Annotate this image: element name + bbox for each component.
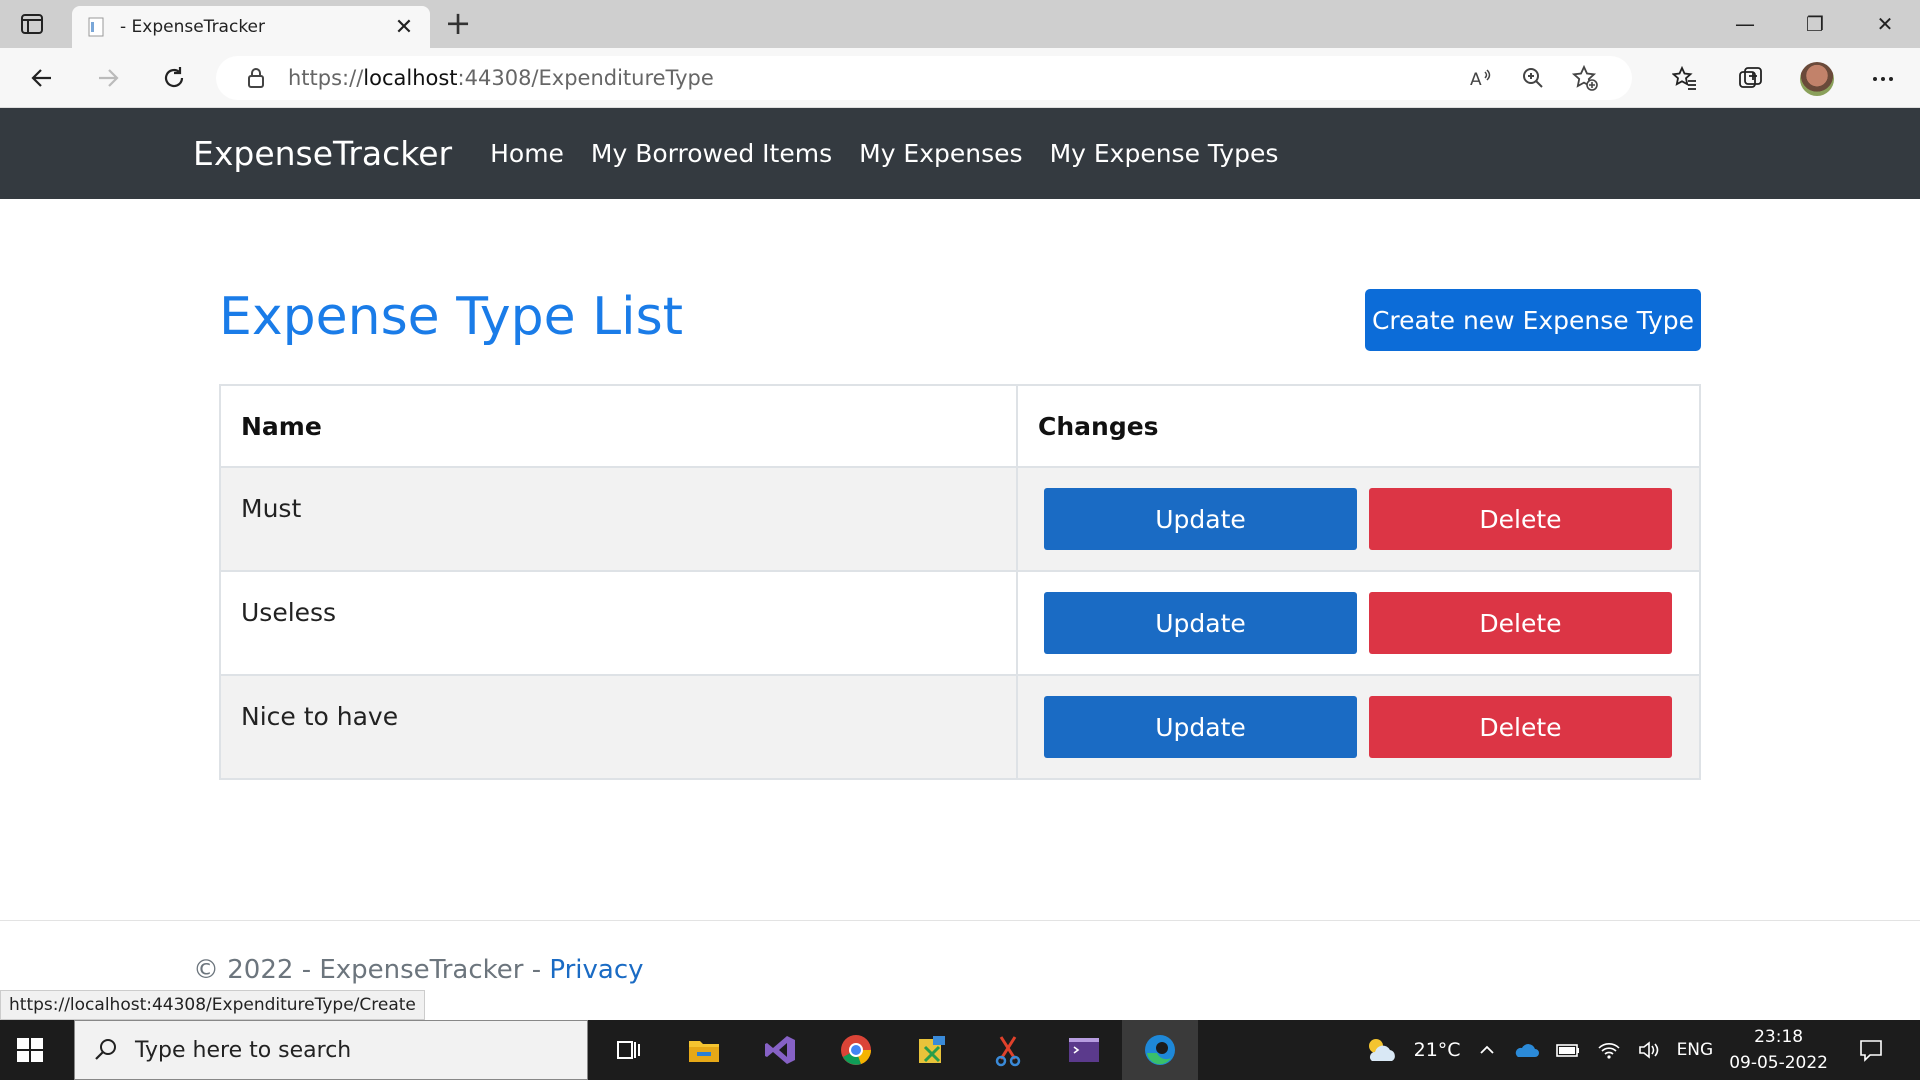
table-header-row: Name Changes: [219, 384, 1701, 468]
page-title: Expense Type List: [219, 287, 684, 347]
footer: © 2022 - ExpenseTracker - Privacy: [193, 955, 644, 985]
site-navbar: ExpenseTracker Home My Borrowed Items My…: [0, 108, 1920, 199]
main-content: Expense Type List Create new Expense Typ…: [0, 199, 1920, 859]
battery-icon[interactable]: [1555, 1040, 1581, 1060]
expense-type-name: Must: [219, 466, 1018, 572]
url-host: localhost: [363, 66, 458, 90]
delete-button[interactable]: Delete: [1369, 592, 1672, 654]
url-path: :44308/ExpenditureType: [457, 66, 714, 90]
taskbar-search-box[interactable]: Type here to search: [74, 1020, 588, 1080]
url-scheme: https://: [288, 66, 364, 90]
chrome-icon[interactable]: [818, 1020, 894, 1080]
close-tab-icon[interactable]: ✕: [392, 15, 416, 40]
footer-copyright: © 2022 - ExpenseTracker -: [193, 955, 550, 985]
taskbar-clock[interactable]: 23:18 09-05-2022: [1729, 1024, 1828, 1076]
weather-icon[interactable]: [1364, 1035, 1398, 1065]
back-icon[interactable]: [26, 62, 58, 94]
collections-icon[interactable]: [1734, 62, 1768, 96]
tab-actions-icon[interactable]: [20, 12, 50, 36]
privacy-link[interactable]: Privacy: [549, 955, 643, 985]
lock-icon[interactable]: [244, 66, 268, 90]
tab-title: - ExpenseTracker: [120, 17, 266, 37]
volume-icon[interactable]: [1637, 1040, 1661, 1060]
delete-button[interactable]: Delete: [1369, 696, 1672, 758]
favorites-icon[interactable]: [1668, 62, 1702, 96]
brand-link[interactable]: ExpenseTracker: [193, 134, 452, 173]
page-favicon-icon: [88, 17, 104, 37]
table-row: Nice to have Update Delete: [219, 674, 1701, 780]
restore-icon[interactable]: ❐: [1780, 0, 1850, 48]
window-controls: — ❐ ✕: [1710, 0, 1920, 48]
file-explorer-icon[interactable]: [666, 1020, 742, 1080]
table-row: Must Update Delete: [219, 466, 1701, 572]
task-view-icon[interactable]: [590, 1020, 666, 1080]
chevron-up-icon[interactable]: [1477, 1040, 1497, 1060]
column-header-name: Name: [219, 384, 1018, 468]
url-text[interactable]: https://localhost:44308/ExpenditureType: [288, 66, 714, 90]
terminal-icon[interactable]: [1046, 1020, 1122, 1080]
expense-type-name: Nice to have: [219, 674, 1018, 780]
browser-right-tools: [1668, 62, 1900, 96]
add-favorite-icon[interactable]: [1570, 65, 1600, 91]
onedrive-icon[interactable]: [1513, 1040, 1539, 1060]
notifications-icon[interactable]: [1858, 1037, 1884, 1063]
clock-date: 09-05-2022: [1729, 1053, 1828, 1073]
row-actions: Update Delete: [1016, 674, 1701, 780]
browser-toolbar: https://localhost:44308/ExpenditureType …: [0, 48, 1920, 108]
row-actions: Update Delete: [1016, 466, 1701, 572]
table-row: Useless Update Delete: [219, 570, 1701, 676]
column-header-changes: Changes: [1016, 384, 1701, 468]
svg-text:A: A: [1470, 70, 1482, 90]
footer-divider: [0, 920, 1920, 921]
more-options-icon[interactable]: [1866, 62, 1900, 96]
edge-icon[interactable]: [1122, 1020, 1198, 1080]
close-window-icon[interactable]: ✕: [1850, 0, 1920, 48]
nav-link-expense-types[interactable]: My Expense Types: [1050, 139, 1279, 168]
temperature[interactable]: 21°C: [1414, 1039, 1461, 1061]
language-indicator[interactable]: ENG: [1677, 1040, 1714, 1060]
system-tray: 21°C ENG 23:18 09-05-2022: [1364, 1020, 1900, 1080]
update-button[interactable]: Update: [1044, 592, 1357, 654]
clock-time: 23:18: [1754, 1027, 1804, 1047]
new-tab-icon[interactable]: +: [442, 7, 474, 40]
nav-link-home[interactable]: Home: [490, 139, 564, 168]
windows-start-icon[interactable]: [14, 1034, 46, 1066]
refresh-icon[interactable]: [158, 62, 190, 94]
expense-type-table: Name Changes Must Update Delete Useless U…: [219, 384, 1701, 780]
taskbar-apps: [590, 1020, 1198, 1080]
snipping-tool-icon[interactable]: [970, 1020, 1046, 1080]
visual-studio-icon[interactable]: [742, 1020, 818, 1080]
nav-link-expenses[interactable]: My Expenses: [859, 139, 1022, 168]
update-button[interactable]: Update: [1044, 488, 1357, 550]
zoom-icon[interactable]: [1518, 66, 1548, 90]
address-bar[interactable]: https://localhost:44308/ExpenditureType …: [216, 56, 1632, 100]
windows-taskbar: Type here to search 21°C ENG 23:18 09-05…: [0, 1020, 1920, 1080]
profile-avatar[interactable]: [1800, 62, 1834, 96]
nav-link-borrowed-items[interactable]: My Borrowed Items: [591, 139, 832, 168]
browser-tab[interactable]: - ExpenseTracker ✕: [72, 6, 430, 48]
update-button[interactable]: Update: [1044, 696, 1357, 758]
row-actions: Update Delete: [1016, 570, 1701, 676]
link-status-bar: https://localhost:44308/ExpenditureType/…: [0, 990, 425, 1020]
browser-tab-bar: - ExpenseTracker ✕ + — ❐ ✕: [0, 0, 1920, 48]
search-icon: [95, 1039, 116, 1060]
sql-tool-icon[interactable]: [894, 1020, 970, 1080]
delete-button[interactable]: Delete: [1369, 488, 1672, 550]
create-expense-type-button[interactable]: Create new Expense Type: [1365, 289, 1701, 351]
wifi-icon[interactable]: [1597, 1040, 1621, 1060]
minimize-icon[interactable]: —: [1710, 0, 1780, 48]
read-aloud-icon[interactable]: A: [1466, 66, 1496, 90]
search-placeholder: Type here to search: [135, 1037, 352, 1063]
address-bar-actions: A: [1466, 65, 1600, 91]
expense-type-name: Useless: [219, 570, 1018, 676]
forward-icon[interactable]: [92, 62, 124, 94]
